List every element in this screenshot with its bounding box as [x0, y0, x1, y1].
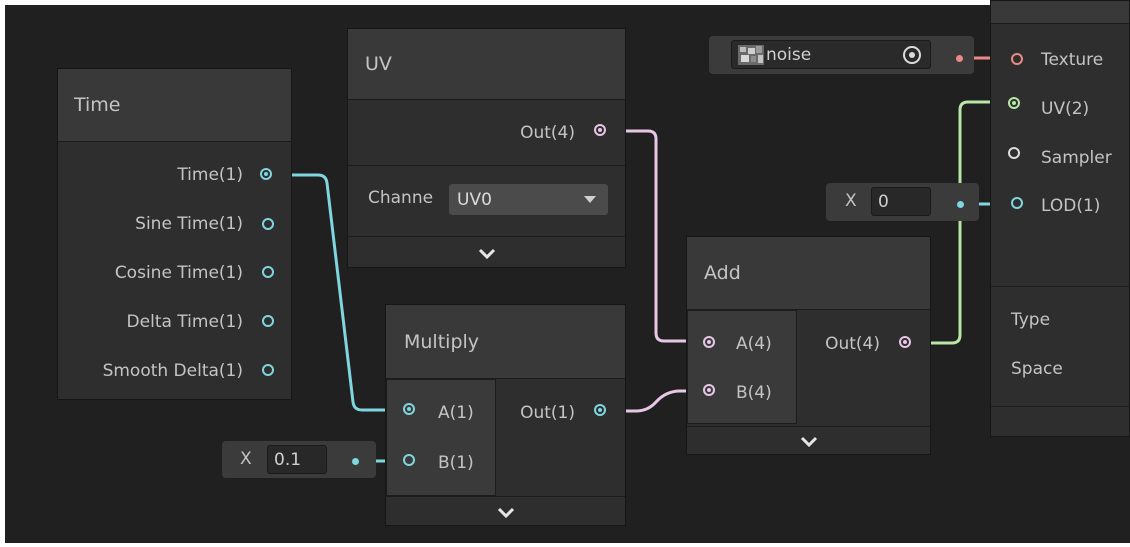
add-node-title: Add	[704, 262, 741, 284]
sample-input-uv-label: UV(2)	[1041, 99, 1090, 119]
multiply-output-label: Out(1)	[520, 403, 575, 423]
multiply-input-b-port[interactable]	[403, 454, 415, 466]
lod-value-field[interactable]: 0	[871, 187, 931, 216]
triangle-down-icon	[584, 196, 596, 203]
add-input-a-label: A(4)	[736, 334, 772, 354]
sample-uv-input-port[interactable]	[1008, 97, 1020, 109]
chevron-down-icon	[800, 436, 817, 447]
output-label-sine-time: Sine Time(1)	[135, 214, 243, 234]
multiply-input-b-label: B(1)	[438, 453, 474, 473]
texture-inline-input[interactable]: noise	[709, 36, 974, 74]
multiply-node-title: Multiply	[404, 330, 480, 353]
channel-dropdown[interactable]: UV0	[449, 184, 608, 215]
add-input-b-port[interactable]	[703, 384, 715, 396]
type-property-label: Type	[1011, 310, 1051, 330]
sample-texture-input-port[interactable]	[1011, 53, 1023, 65]
uv-node[interactable]: UV Out(4) Channe UV0	[347, 28, 626, 268]
sample-input-texture-label: Texture	[1041, 50, 1104, 70]
chevron-down-icon	[497, 507, 514, 518]
channel-label: Channe	[368, 188, 434, 208]
cosine-time-output-port[interactable]	[262, 266, 274, 278]
sine-time-output-port[interactable]	[262, 218, 274, 230]
time-node-title: Time	[74, 94, 121, 116]
multiply-input-a-port[interactable]	[403, 403, 415, 415]
output-label-smooth-delta: Smooth Delta(1)	[102, 361, 243, 381]
sample-sampler-input-port[interactable]	[1008, 147, 1020, 159]
noise-thumbnail-icon	[738, 44, 764, 65]
multiply-b-inline-dot	[352, 458, 359, 465]
multiply-inputs-panel	[386, 379, 496, 496]
texture-picker-button[interactable]	[901, 44, 923, 66]
lod-inline-input[interactable]: X 0	[826, 183, 979, 221]
multiply-expand-toggle[interactable]	[386, 500, 625, 524]
texture-inline-dot	[956, 55, 963, 62]
multiply-input-a-label: A(1)	[438, 403, 474, 423]
multiply-output-port[interactable]	[594, 404, 606, 416]
uv-node-title: UV	[365, 53, 392, 75]
multiply-node[interactable]: Multiply A(1) B(1) Out(1)	[385, 304, 626, 526]
uv-output-port[interactable]	[594, 124, 606, 136]
target-icon	[903, 46, 921, 64]
channel-dropdown-value: UV0	[457, 189, 492, 210]
sample-input-sampler-label: Sampler	[1041, 148, 1112, 168]
sample-texture-node-header[interactable]	[991, 1, 1129, 23]
output-label-delta-time: Delta Time(1)	[126, 312, 243, 332]
lod-x-label: X	[845, 191, 857, 211]
sample-lod-input-port[interactable]	[1011, 197, 1023, 209]
multiply-node-header[interactable]: Multiply	[386, 305, 625, 378]
add-output-label: Out(4)	[825, 334, 880, 354]
multiply-b-x-label: X	[240, 449, 252, 469]
uv-expand-toggle[interactable]	[348, 241, 625, 265]
add-node[interactable]: Add A(4) B(4) Out(4)	[686, 236, 931, 455]
smooth-delta-output-port[interactable]	[262, 364, 274, 376]
add-inputs-panel	[687, 310, 797, 424]
add-input-b-label: B(4)	[736, 383, 772, 403]
uv-node-header[interactable]: UV	[348, 29, 625, 99]
output-label-time: Time(1)	[177, 165, 243, 185]
space-property-label: Space	[1011, 359, 1063, 379]
sample-input-lod-label: LOD(1)	[1041, 196, 1101, 216]
sample-texture-node[interactable]: Texture UV(2) Sampler LOD(1) Type Space	[990, 0, 1130, 437]
time-node-header[interactable]: Time	[58, 69, 291, 141]
add-expand-toggle[interactable]	[687, 430, 930, 452]
output-label-cosine-time: Cosine Time(1)	[114, 263, 243, 283]
add-input-a-port[interactable]	[703, 336, 715, 348]
multiply-b-value-field[interactable]: 0.1	[267, 445, 327, 474]
add-output-port[interactable]	[899, 336, 911, 348]
lod-inline-dot	[957, 201, 964, 208]
add-node-header[interactable]: Add	[687, 237, 930, 309]
chevron-down-icon	[478, 248, 495, 259]
delta-time-output-port[interactable]	[262, 315, 274, 327]
texture-field-value: noise	[766, 44, 812, 65]
time-node[interactable]: Time Time(1) Sine Time(1) Cosine Time(1)…	[57, 68, 292, 400]
uv-output-label: Out(4)	[520, 123, 575, 143]
time-output-port[interactable]	[260, 168, 272, 180]
